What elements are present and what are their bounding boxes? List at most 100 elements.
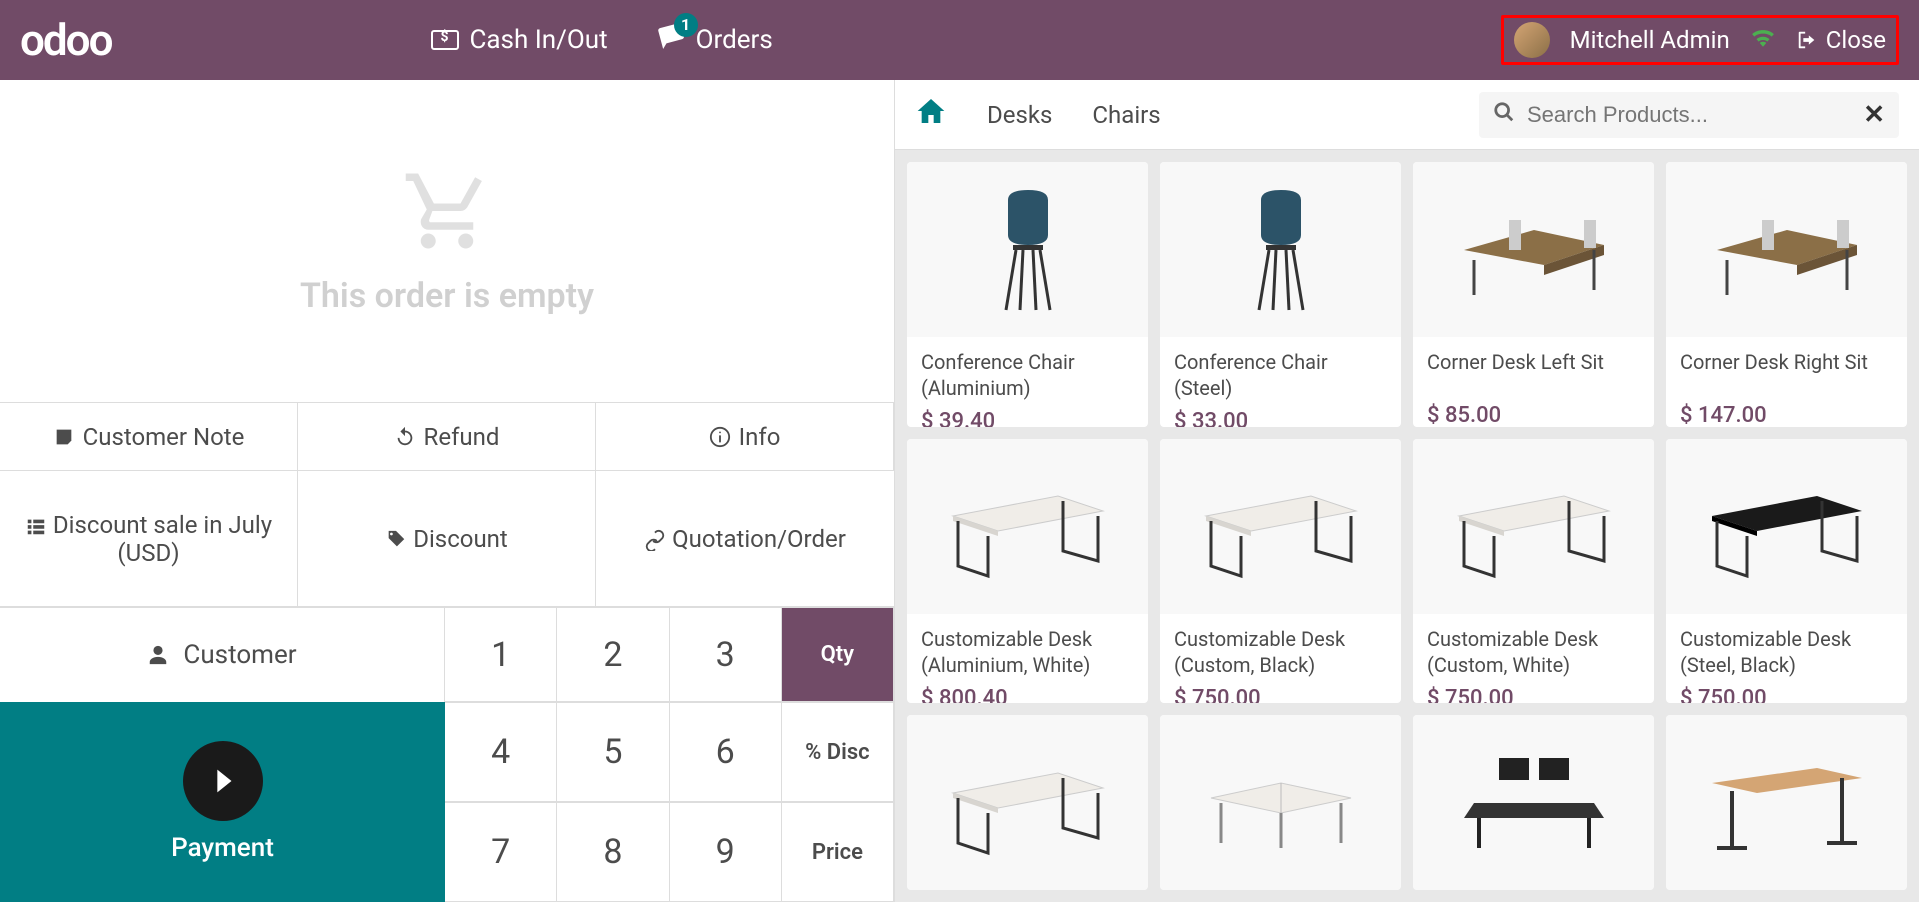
refund-button[interactable]: Refund	[298, 403, 596, 471]
category-chairs[interactable]: Chairs	[1092, 101, 1160, 129]
product-price: $ 750.00	[1413, 682, 1654, 704]
product-image	[1413, 715, 1654, 890]
header-right-highlight: Mitchell Admin Close	[1501, 15, 1899, 65]
customer-note-button[interactable]: Customer Note	[0, 403, 298, 471]
action-grid: Customer Note Refund Info Discount sale …	[0, 402, 894, 607]
keypad-row-1: Customer 1 2 3 Qty	[0, 607, 894, 702]
info-button[interactable]: Info	[596, 403, 894, 471]
product-card[interactable]: Customizable Desk (Custom, White)$ 750.0…	[1413, 439, 1654, 704]
key-3[interactable]: 3	[670, 607, 782, 702]
product-card[interactable]	[1160, 715, 1401, 890]
product-name: Corner Desk Left Sit	[1413, 337, 1654, 399]
avatar[interactable]	[1514, 22, 1550, 58]
category-desks[interactable]: Desks	[987, 101, 1052, 129]
bottom-row: Payment 4 5 6 % Disc 7 8 9 Price	[0, 702, 894, 902]
product-price: $ 750.00	[1160, 682, 1401, 704]
left-panel: This order is empty Customer Note Refund…	[0, 80, 895, 902]
orders-button[interactable]: 1 Orders	[658, 23, 773, 58]
payment-button[interactable]: Payment	[0, 702, 445, 902]
key-6[interactable]: 6	[670, 702, 782, 802]
keypad-bottom: 4 5 6 % Disc 7 8 9 Price	[445, 702, 894, 902]
product-name: Corner Desk Right Sit	[1666, 337, 1907, 399]
link-icon	[644, 529, 666, 551]
product-card[interactable]: Corner Desk Left Sit$ 85.00	[1413, 162, 1654, 427]
key-2[interactable]: 2	[557, 607, 669, 702]
cash-label: Cash In/Out	[469, 25, 607, 55]
product-image	[1160, 162, 1401, 337]
logo: odoo	[20, 14, 111, 66]
product-card[interactable]: Customizable Desk (Aluminium, White)$ 80…	[907, 439, 1148, 704]
product-price: $ 33.00	[1160, 405, 1401, 427]
close-label: Close	[1826, 26, 1886, 54]
refund-icon	[394, 426, 416, 448]
user-name[interactable]: Mitchell Admin	[1570, 26, 1730, 54]
product-image	[1160, 439, 1401, 614]
product-image	[907, 439, 1148, 614]
product-image	[1413, 162, 1654, 337]
empty-cart-text: This order is empty	[300, 276, 594, 316]
tag-icon	[385, 529, 407, 551]
keypad-top: 1 2 3 Qty	[445, 607, 894, 702]
close-button[interactable]: Close	[1796, 26, 1886, 54]
product-header: Desks Chairs ✕	[895, 80, 1919, 150]
orders-label: Orders	[696, 25, 773, 55]
search-clear-icon[interactable]: ✕	[1863, 100, 1885, 130]
user-icon	[147, 644, 169, 666]
logout-icon	[1796, 29, 1818, 51]
product-card[interactable]	[1413, 715, 1654, 890]
product-card[interactable]: Customizable Desk (Custom, Black)$ 750.0…	[1160, 439, 1401, 704]
product-card[interactable]	[907, 715, 1148, 890]
product-card[interactable]: Corner Desk Right Sit$ 147.00	[1666, 162, 1907, 427]
product-name: Customizable Desk (Custom, Black)	[1160, 614, 1401, 682]
product-name: Customizable Desk (Aluminium, White)	[907, 614, 1148, 682]
customer-button[interactable]: Customer	[0, 607, 445, 702]
product-image	[907, 715, 1148, 890]
cart-icon	[397, 166, 497, 256]
product-price: $ 147.00	[1666, 399, 1907, 427]
right-panel: Desks Chairs ✕ Conference Chair (Alumini…	[895, 80, 1919, 902]
key-5[interactable]: 5	[557, 702, 669, 802]
product-grid: Conference Chair (Aluminium)$ 39.40Confe…	[895, 150, 1919, 902]
cash-icon	[431, 30, 459, 50]
product-card[interactable]: Customizable Desk (Steel, Black)$ 750.00	[1666, 439, 1907, 704]
product-card[interactable]: Conference Chair (Aluminium)$ 39.40	[907, 162, 1148, 427]
key-8[interactable]: 8	[557, 802, 669, 902]
search-icon	[1493, 101, 1515, 129]
home-icon[interactable]	[915, 95, 947, 135]
quotation-button[interactable]: Quotation/Order	[596, 471, 894, 607]
main: This order is empty Customer Note Refund…	[0, 80, 1919, 902]
key-1[interactable]: 1	[445, 607, 557, 702]
product-image	[907, 162, 1148, 337]
search-area: ✕	[1479, 92, 1899, 138]
cash-in-out-button[interactable]: Cash In/Out	[431, 25, 607, 55]
discount-button[interactable]: Discount	[298, 471, 596, 607]
product-image	[1413, 439, 1654, 614]
product-image	[1160, 715, 1401, 890]
product-name: Customizable Desk (Custom, White)	[1413, 614, 1654, 682]
key-qty[interactable]: Qty	[782, 607, 894, 702]
discount-sale-button[interactable]: Discount sale in July (USD)	[0, 471, 298, 607]
key-disc[interactable]: % Disc	[782, 702, 894, 802]
product-price: $ 39.40	[907, 405, 1148, 427]
orders-icon: 1	[658, 23, 686, 58]
product-card[interactable]	[1666, 715, 1907, 890]
key-price[interactable]: Price	[782, 802, 894, 902]
app-header: odoo Cash In/Out 1 Orders Mitchell Admin…	[0, 0, 1919, 80]
wifi-icon	[1750, 26, 1776, 54]
product-name: Customizable Desk (Steel, Black)	[1666, 614, 1907, 682]
product-name: Conference Chair (Aluminium)	[907, 337, 1148, 405]
key-7[interactable]: 7	[445, 802, 557, 902]
payment-arrow-icon	[183, 741, 263, 821]
note-icon	[53, 426, 75, 448]
key-4[interactable]: 4	[445, 702, 557, 802]
product-name: Conference Chair (Steel)	[1160, 337, 1401, 405]
key-9[interactable]: 9	[670, 802, 782, 902]
list-icon	[25, 515, 47, 537]
product-image	[1666, 439, 1907, 614]
search-input[interactable]	[1527, 102, 1851, 128]
product-price: $ 85.00	[1413, 399, 1654, 427]
orders-badge: 1	[674, 13, 698, 37]
product-card[interactable]: Conference Chair (Steel)$ 33.00	[1160, 162, 1401, 427]
product-price: $ 750.00	[1666, 682, 1907, 704]
product-image	[1666, 162, 1907, 337]
